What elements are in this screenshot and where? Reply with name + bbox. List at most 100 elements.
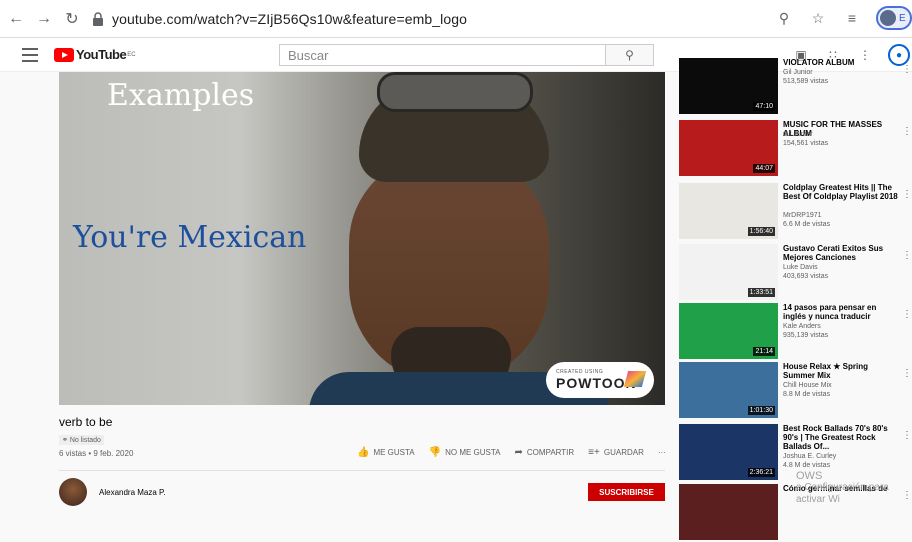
recommendation-channel[interactable]: MrDRP1971 xyxy=(783,212,822,219)
playlist-add-icon: ≡+ xyxy=(588,447,600,458)
search-icon: ⚲ xyxy=(625,48,634,62)
like-label: ME GUSTA xyxy=(373,448,415,457)
video-player[interactable]: Examples You're Mexican CREATED USING PO… xyxy=(59,72,665,405)
profile-label: E xyxy=(899,12,906,24)
share-button[interactable]: ➦ COMPARTIR xyxy=(515,447,575,458)
video-actions: 👍 ME GUSTA 👎 NO ME GUSTA ➦ COMPARTIR ≡+ GUAR… xyxy=(357,447,666,458)
video-thumbnail[interactable]: 44:07 xyxy=(679,120,778,176)
youtube-logo[interactable]: YouTube EC xyxy=(54,47,136,62)
recommendation-item[interactable]: 1:33:51 Gustavo Cerati Exitos Sus Mejores… xyxy=(679,244,912,302)
duration-badge: 1:56:40 xyxy=(747,227,775,236)
duration-badge: 1:33:51 xyxy=(747,288,775,297)
menu-icon[interactable] xyxy=(22,48,38,62)
video-thumbnail[interactable]: 1:33:51 xyxy=(679,244,778,300)
recommendation-title[interactable]: VIOLATOR ALBUM xyxy=(783,58,901,67)
status-badge-text: No listado xyxy=(69,437,101,444)
more-options-icon[interactable]: ⋮ xyxy=(902,64,912,75)
duration-badge: 2:36:21 xyxy=(747,468,775,477)
video-overlay-title: Examples xyxy=(107,78,255,113)
channel-avatar[interactable] xyxy=(59,478,87,506)
recommendation-views: 8.8 M de vistas xyxy=(783,391,831,398)
recommendation-views: 513,589 vistas xyxy=(783,78,829,85)
avatar xyxy=(880,10,896,26)
channel-name[interactable]: Alexandra Maza P. xyxy=(99,488,166,497)
recommendation-title[interactable]: Gustavo Cerati Exitos Sus Mejores Cancio… xyxy=(783,244,901,262)
search-button[interactable]: ⚲ xyxy=(605,45,653,65)
search-box: Buscar ⚲ xyxy=(279,44,654,66)
share-label: COMPARTIR xyxy=(526,448,575,457)
bookmark-star-icon[interactable]: ☆ xyxy=(808,8,828,28)
recommendation-title[interactable]: 14 pasos para pensar en inglés y nunca t… xyxy=(783,303,901,321)
recommendation-views: 935,139 vistas xyxy=(783,332,829,339)
views-date: 6 vistas • 9 feb. 2020 xyxy=(59,449,134,458)
more-label: ··· xyxy=(657,448,666,457)
more-options-icon[interactable]: ⋮ xyxy=(902,309,912,320)
logo-country: EC xyxy=(127,51,136,58)
recommendation-title[interactable]: Coldplay Greatest Hits || The Best Of Co… xyxy=(783,183,901,201)
url-text: youtube.com/watch?v=ZIjB56Qs10w&feature=… xyxy=(112,11,468,27)
thumbs-down-icon: 👎 xyxy=(428,447,442,458)
recommendation-channel[interactable]: Chill House Mix xyxy=(783,382,832,389)
watermark-line1: OWS xyxy=(796,470,823,482)
reload-icon[interactable]: ↻ xyxy=(60,7,84,31)
recommendation-title[interactable]: Best Rock Ballads 70's 80's 90's | The G… xyxy=(783,424,901,451)
video-thumbnail[interactable]: 47:10 xyxy=(679,58,778,114)
recommendation-title[interactable]: House Relax ★ Spring Summer Mix xyxy=(783,362,901,380)
status-badge: ⚭ No listado xyxy=(59,435,104,445)
recommendation-item[interactable]: 44:07 MUSIC FOR THE MASSES ALBUM Gil Junio… xyxy=(679,120,912,178)
video-frame-glasses xyxy=(377,72,533,112)
save-label: GUARDAR xyxy=(603,448,644,457)
subscribe-button[interactable]: SUSCRIBIRSE xyxy=(588,483,665,501)
recommendation-channel[interactable]: Gil Junior xyxy=(783,131,813,138)
recommendation-channel[interactable]: Joshua E. Curley xyxy=(783,453,836,460)
recommendation-channel[interactable]: Gil Junior xyxy=(783,69,813,76)
recommendation-views: 6.6 M de vistas xyxy=(783,221,831,228)
forward-arrow-icon[interactable]: → xyxy=(32,7,56,31)
dislike-label: NO ME GUSTA xyxy=(445,448,501,457)
recommendation-item[interactable]: 21:14 14 pasos para pensar en inglés y nu… xyxy=(679,303,912,361)
play-logo-icon xyxy=(54,47,74,62)
video-thumbnail[interactable]: 1:56:40 xyxy=(679,183,778,239)
profile-button[interactable]: E xyxy=(876,6,912,30)
divider xyxy=(59,470,665,471)
duration-badge: 21:14 xyxy=(753,347,775,356)
lock-icon xyxy=(93,12,103,26)
powtoon-badge: CREATED USING POWTOON xyxy=(546,362,654,398)
share-arrow-icon: ➦ xyxy=(514,447,523,458)
browser-toolbar: ← → ↻ youtube.com/watch?v=ZIjB56Qs10w&fe… xyxy=(0,0,912,38)
activate-windows-watermark: OWS a Configuración para activar Wi xyxy=(796,470,912,506)
thumbs-up-icon: 👍 xyxy=(357,447,370,458)
video-thumbnail[interactable]: 2:36:21 xyxy=(679,424,778,480)
more-options-icon[interactable]: ⋮ xyxy=(902,126,912,137)
address-bar[interactable]: youtube.com/watch?v=ZIjB56Qs10w&feature=… xyxy=(88,6,808,32)
back-arrow-icon[interactable]: ← xyxy=(4,7,28,31)
watermark-line2: a Configuración para activar Wi xyxy=(796,482,889,505)
more-options-icon[interactable]: ⋮ xyxy=(902,189,912,200)
reading-list-icon[interactable]: ≡ xyxy=(842,8,862,28)
video-overlay-caption: You're Mexican xyxy=(73,220,307,255)
recommendation-channel[interactable]: Kale Anders xyxy=(783,323,821,330)
recommendation-item[interactable]: 47:10 VIOLATOR ALBUM Gil Junior 513,589 vis… xyxy=(679,58,912,116)
dislike-button[interactable]: 👎 NO ME GUSTA xyxy=(429,447,501,458)
video-thumbnail[interactable]: 1:01:30 xyxy=(679,362,778,418)
recommendation-item[interactable]: 1:56:40 Coldplay Greatest Hits || The Bes… xyxy=(679,183,912,241)
recommendation-channel[interactable]: Luke Davis xyxy=(783,264,818,271)
more-actions-button[interactable]: ··· xyxy=(658,448,666,457)
recommendation-item[interactable]: 1:01:30 House Relax ★ Spring Summer Mix Ch… xyxy=(679,362,912,420)
more-options-icon[interactable]: ⋮ xyxy=(902,368,912,379)
video-thumbnail[interactable]: 21:14 xyxy=(679,303,778,359)
like-button[interactable]: 👍 ME GUSTA xyxy=(357,447,415,458)
save-button[interactable]: ≡+ GUARDAR xyxy=(588,447,644,458)
zoom-icon[interactable]: ⚲ xyxy=(774,8,794,28)
more-options-icon[interactable]: ⋮ xyxy=(902,430,912,441)
video-thumbnail[interactable] xyxy=(679,484,778,540)
video-meta: verb to be ⚭ No listado 6 vistas • 9 feb… xyxy=(59,415,669,458)
more-options-icon[interactable]: ⋮ xyxy=(902,250,912,261)
recommendation-views: 154,561 vistas xyxy=(783,140,829,147)
duration-badge: 1:01:30 xyxy=(747,406,775,415)
duration-badge: 44:07 xyxy=(753,164,775,173)
search-input[interactable]: Buscar xyxy=(280,45,605,65)
unlisted-icon: ⚭ xyxy=(62,437,70,444)
video-title: verb to be xyxy=(59,415,113,429)
channel-row: Alexandra Maza P. xyxy=(59,478,166,506)
